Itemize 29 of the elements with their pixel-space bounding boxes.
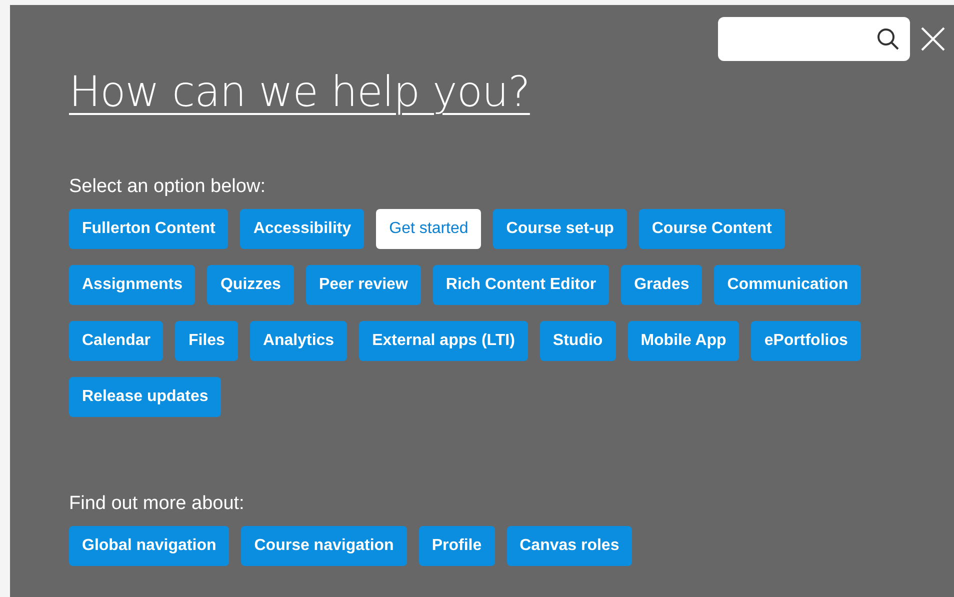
option-button[interactable]: Profile [418, 526, 495, 566]
option-button[interactable]: Studio [540, 321, 616, 361]
option-button[interactable]: Course Content [638, 209, 785, 249]
page-title: How can we help you? [69, 67, 530, 116]
option-button[interactable]: Course navigation [241, 526, 407, 566]
option-button[interactable]: Accessibility [240, 209, 364, 249]
option-button[interactable]: Assignments [69, 265, 196, 305]
option-button[interactable]: Rich Content Editor [432, 265, 610, 305]
close-button[interactable] [920, 26, 946, 52]
search-icon [876, 27, 900, 51]
search-field[interactable] [718, 17, 910, 61]
option-button[interactable]: Mobile App [628, 321, 740, 361]
option-button[interactable]: Grades [621, 265, 702, 305]
option-button[interactable]: Files [175, 321, 238, 361]
option-button[interactable]: Global navigation [69, 526, 230, 566]
option-button[interactable]: Course set-up [493, 209, 627, 249]
option-button[interactable]: External apps (LTI) [359, 321, 528, 361]
section-heading: Find out more about: [69, 493, 244, 515]
option-button[interactable]: Analytics [250, 321, 348, 361]
option-button[interactable]: Peer review [306, 265, 421, 305]
option-button[interactable]: Calendar [69, 321, 164, 361]
option-button[interactable]: Release updates [69, 377, 222, 417]
option-button[interactable]: Quizzes [207, 265, 294, 305]
option-button[interactable]: Fullerton Content [69, 209, 228, 249]
option-button[interactable]: ePortfolios [751, 321, 861, 361]
option-button[interactable]: Get started [376, 209, 482, 249]
section-heading: Select an option below: [69, 176, 266, 198]
option-button[interactable]: Communication [714, 265, 862, 305]
option-button[interactable]: Canvas roles [506, 526, 632, 566]
